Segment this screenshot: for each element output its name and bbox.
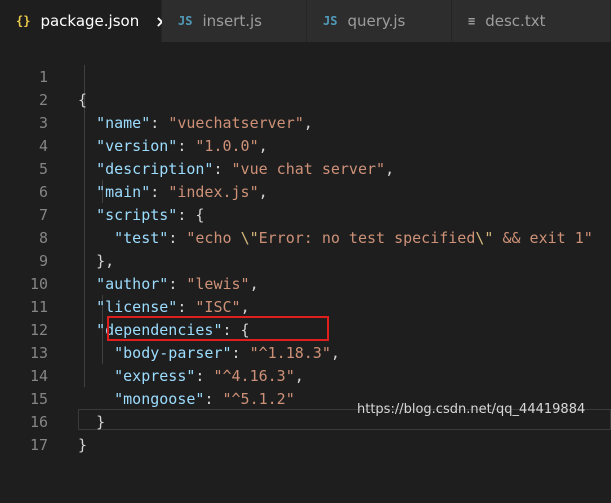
line-number: 17 xyxy=(29,436,48,454)
code-line: 4 "description": "vue chat server", xyxy=(0,112,611,178)
tab-package-json[interactable]: {} package.json × xyxy=(0,0,169,42)
code-line: 11 "dependencies": { xyxy=(0,273,611,339)
code-line: 7 "test": "echo \"Error: no test specifi… xyxy=(0,181,611,247)
tab-label: query.js xyxy=(347,12,406,30)
code-line: 14 "mongoose": "^5.1.2" xyxy=(0,342,611,408)
tab-label: desc.txt xyxy=(485,12,546,30)
tab-label: package.json xyxy=(40,12,140,30)
tab-desc-txt[interactable]: ≡ desc.txt xyxy=(452,0,611,42)
watermark: https://blog.csdn.net/qq_44419884 xyxy=(357,402,586,417)
code-line: 9 "author": "lewis", xyxy=(0,227,611,293)
tab-label: insert.js xyxy=(202,12,262,30)
code-line: 10 "license": "ISC", xyxy=(0,250,611,316)
code-line: 1 { xyxy=(0,43,611,109)
brace: } xyxy=(78,436,88,454)
code-editor[interactable]: 1 { 2 "name": "vuechatserver", 3 "versio… xyxy=(0,42,611,454)
code-line: 8 }, xyxy=(0,204,611,270)
code-line: 15 } xyxy=(0,365,611,431)
tab-query-js[interactable]: JS query.js xyxy=(307,0,452,42)
code-line: 5 "main": "index.js", xyxy=(0,135,611,201)
code-line: 2 "name": "vuechatserver", xyxy=(0,66,611,132)
javascript-file-icon: JS xyxy=(178,14,193,28)
javascript-file-icon: JS xyxy=(323,14,338,28)
tab-insert-js[interactable]: JS insert.js xyxy=(162,0,307,42)
json-file-icon: {} xyxy=(16,14,31,28)
express-highlight-box xyxy=(107,316,329,341)
text-file-icon: ≡ xyxy=(468,14,476,28)
code-line: 6 "scripts": { xyxy=(0,158,611,224)
code-line: 3 "version": "1.0.0", xyxy=(0,89,611,155)
tab-bar: {} package.json × JS insert.js JS query.… xyxy=(0,0,611,42)
